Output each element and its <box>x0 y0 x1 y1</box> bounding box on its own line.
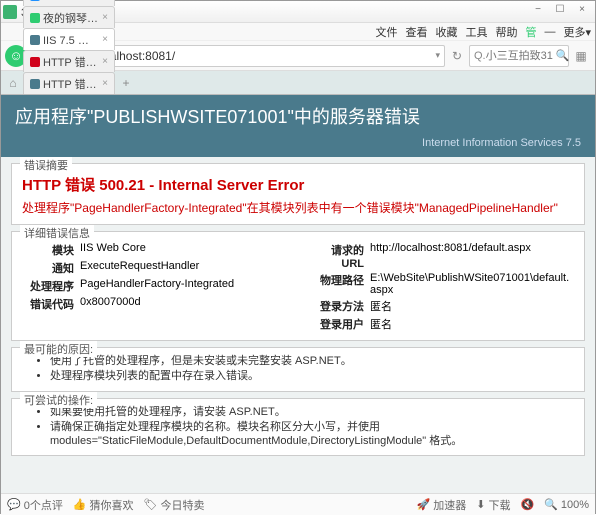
error-summary-panel: 错误摘要 HTTP 错误 500.21 - Internal Server Er… <box>11 163 585 225</box>
speaker-icon: 🔇 <box>520 498 534 511</box>
detail-key: 模块 <box>22 242 80 258</box>
page-content: 应用程序"PUBLISHWSITE071001"中的服务器错误 Internet… <box>1 95 595 493</box>
menu-help[interactable]: 帮助 <box>495 24 517 40</box>
summary-legend: 错误摘要 <box>20 157 72 173</box>
mute-button[interactable]: 🔇 <box>520 498 534 511</box>
list-item: 请确保正确指定处理程序模块的名称。模块名称区分大小写，并使用 modules="… <box>50 420 574 449</box>
detail-row: 错误代码0x8007000d <box>22 296 288 312</box>
list-item: 处理程序模块列表的配置中存在录入错误。 <box>50 369 574 383</box>
search-input[interactable] <box>486 50 556 62</box>
tab-bar: ⌂ Win7-64bit配置 …×夜的钢琴曲(五)…×IIS 7.5 详细错误 … <box>1 71 595 95</box>
page-title: 应用程序"PUBLISHWSITE071001"中的服务器错误 <box>15 103 581 129</box>
reload-button[interactable]: ↻ <box>447 46 467 66</box>
deals-link[interactable]: 🏷今日特卖 <box>144 497 205 513</box>
list-item: 如果要使用托管的处理程序，请安装 ASP.NET。 <box>50 405 574 419</box>
search-box[interactable]: Q. 🔍 <box>469 45 569 67</box>
detail-row: 登录用户匿名 <box>308 316 574 332</box>
tab-close-icon[interactable]: × <box>102 12 108 23</box>
error-description: 处理程序"PageHandlerFactory-Integrated"在其模块列… <box>22 199 574 216</box>
likely-causes-panel: 最可能的原因: 使用了托管的处理程序，但是未安装或未完整安装 ASP.NET。处… <box>11 347 585 392</box>
favicon <box>30 13 40 23</box>
causes-legend: 最可能的原因: <box>20 341 97 357</box>
tab-1[interactable]: 夜的钢琴曲(五)…× <box>23 6 115 28</box>
menu-tools[interactable]: 工具 <box>465 24 487 40</box>
minimize-button[interactable]: − <box>527 4 549 20</box>
tab-close-icon[interactable]: × <box>102 56 108 67</box>
comments-link[interactable]: 💬0个点评 <box>7 497 63 513</box>
detail-value: ExecuteRequestHandler <box>80 260 288 276</box>
like-link[interactable]: 👍猜你喜欢 <box>73 497 134 513</box>
tab-close-icon[interactable]: × <box>102 78 108 89</box>
tab-4[interactable]: HTTP 错误 500.…× <box>23 72 115 94</box>
detail-value: 匿名 <box>370 316 574 332</box>
tab-label: HTTP 错误 500.… <box>43 54 99 70</box>
detail-value: IIS Web Core <box>80 242 288 258</box>
detail-key: 登录用户 <box>308 316 370 332</box>
url-dropdown-icon[interactable]: ▾ <box>435 50 440 61</box>
tab-label: Win7-64bit配置 … <box>43 0 99 4</box>
actions-legend: 可尝试的操作: <box>20 392 97 408</box>
search-icon: Q. <box>474 50 486 62</box>
tab-3[interactable]: HTTP 错误 500.…× <box>23 50 115 72</box>
tab-label: HTTP 错误 500.… <box>43 76 99 92</box>
detail-key: 处理程序 <box>22 278 80 294</box>
favicon <box>30 57 40 67</box>
detail-value: PageHandlerFactory-Integrated <box>80 278 288 294</box>
detail-value: http://localhost:8081/default.aspx <box>370 242 574 270</box>
detail-row: 请求的 URLhttp://localhost:8081/default.asp… <box>308 242 574 270</box>
new-tab-button[interactable]: + <box>116 73 136 93</box>
detail-key: 物理路径 <box>308 272 370 296</box>
detail-key: 错误代码 <box>22 296 80 312</box>
tab-close-icon[interactable]: × <box>102 0 108 1</box>
detail-key: 登录方法 <box>308 298 370 314</box>
page-subtitle: Internet Information Services 7.5 <box>15 137 581 149</box>
error-hero: 应用程序"PUBLISHWSITE071001"中的服务器错误 Internet… <box>1 95 595 157</box>
tag-icon: 🏷 <box>144 498 158 511</box>
menu-view[interactable]: 查看 <box>405 24 427 40</box>
address-bar[interactable]: 🔒 localhost:8081/ ▾ <box>73 45 445 67</box>
list-item: 使用了托管的处理程序，但是未安装或未完整安装 ASP.NET。 <box>50 354 574 368</box>
home-icon[interactable]: ⌂ <box>3 73 23 93</box>
tab-2[interactable]: IIS 7.5 详细错误 …× <box>23 28 115 50</box>
actions-panel: 可尝试的操作: 如果要使用托管的处理程序，请安装 ASP.NET。请确保正确指定… <box>11 398 585 457</box>
accelerator-link[interactable]: 🚀加速器 <box>417 497 467 513</box>
close-button[interactable]: × <box>571 4 593 20</box>
app-icon <box>3 5 17 19</box>
detail-value: 0x8007000d <box>80 296 288 312</box>
search-go-icon[interactable]: 🔍 <box>556 49 570 62</box>
rocket-icon: 🚀 <box>417 498 431 511</box>
detail-row: 物理路径E:\WebSite\PublishWSite071001\defaul… <box>308 272 574 296</box>
detail-row: 通知ExecuteRequestHandler <box>22 260 288 276</box>
detail-value: E:\WebSite\PublishWSite071001\default.as… <box>370 272 574 296</box>
zoom-icon: 🔍 <box>544 498 558 511</box>
download-icon: ⬇ <box>476 498 485 511</box>
maximize-button[interactable]: ☐ <box>549 4 571 20</box>
extensions-button[interactable]: ▦ <box>571 46 591 66</box>
window-controls-sep: — <box>544 26 555 38</box>
favicon <box>30 0 40 1</box>
favicon <box>30 35 40 45</box>
thumb-icon: 👍 <box>73 498 87 511</box>
menu-file[interactable]: 文件 <box>375 24 397 40</box>
detail-row: 处理程序PageHandlerFactory-Integrated <box>22 278 288 294</box>
menu-fav[interactable]: 收藏 <box>435 24 457 40</box>
comment-icon: 💬 <box>7 498 21 511</box>
error-code-title: HTTP 错误 500.21 - Internal Server Error <box>22 174 574 195</box>
download-link[interactable]: ⬇下载 <box>476 497 510 513</box>
more-button[interactable]: 更多▾ <box>563 24 591 40</box>
detail-row: 登录方法匿名 <box>308 298 574 314</box>
detail-key: 请求的 URL <box>308 242 370 270</box>
tab-label: 夜的钢琴曲(五)… <box>43 10 99 26</box>
zoom-control[interactable]: 🔍100% <box>544 498 589 511</box>
detail-row: 模块IIS Web Core <box>22 242 288 258</box>
error-details-panel: 详细错误信息 模块IIS Web Core通知ExecuteRequestHan… <box>11 231 585 341</box>
favicon <box>30 79 40 89</box>
detail-key: 通知 <box>22 260 80 276</box>
detail-value: 匿名 <box>370 298 574 314</box>
tab-label: IIS 7.5 详细错误 … <box>43 32 99 48</box>
tab-close-icon[interactable]: × <box>102 34 108 45</box>
menu-promo[interactable]: 管 <box>525 24 536 40</box>
url-text: localhost:8081/ <box>94 49 435 63</box>
details-legend: 详细错误信息 <box>20 225 94 241</box>
